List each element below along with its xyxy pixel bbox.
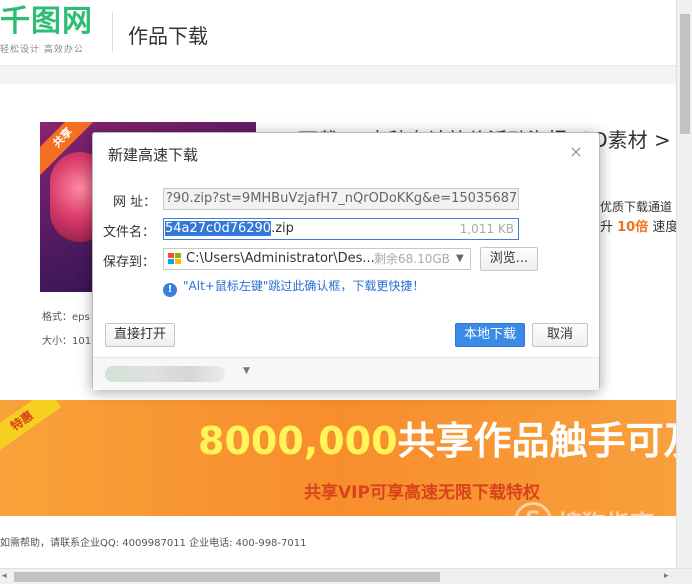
free-space-text: 剩余68.10GB [374,252,450,266]
banner-subtitle: 共享VIP可享高速无限下载特权 [304,483,540,503]
vip-speed-text: 升 10倍 速度 [600,220,679,235]
dialog-footer: ▼ [93,358,599,390]
watermark-url: zhinan.sogou.com [522,542,632,556]
tip-text: "Alt+鼠标左键"跳过此确认框，下载更快捷！ [183,279,425,293]
page-title: 作品下载 [128,24,208,48]
header-band [0,66,676,84]
sogou-logo-icon: S [514,502,552,540]
logo-tagline: 轻松设计 高效办公 [0,45,84,55]
file-size-label: 大小：101 [42,336,92,347]
open-directly-button[interactable]: 直接打开 [105,323,175,347]
drive-icon [168,253,181,264]
chevron-down-icon[interactable]: ▼ [456,249,464,269]
site-logo[interactable]: 千图网 [0,6,93,38]
file-format-label: 格式：eps [42,312,90,323]
filename-selected-text: 54a27c0d76290 [165,221,272,236]
vertical-scrollbar[interactable] [676,0,692,568]
info-icon: ! [163,283,177,297]
footer-contact: 如需帮助，请联系企业QQ: 4009987011 企业电话: 400-998-7… [0,538,307,549]
watermark-name: 搜狗指南 [558,510,654,538]
url-label: 网 址： [113,195,157,210]
scroll-left-arrow-icon[interactable]: ◂ [2,571,7,581]
discount-badge: 特惠 [0,400,62,453]
vertical-scroll-thumb[interactable] [680,14,690,134]
account-selector[interactable] [105,366,225,382]
vip-channel-text: 优质下载通道 [600,200,673,214]
chevron-down-icon[interactable]: ▼ [243,366,250,376]
header-divider [112,12,113,52]
save-path-select[interactable]: C:\Users\Administrator\Des... 剩余68.10GB … [163,248,471,270]
local-download-button[interactable]: 本地下载 [455,323,525,347]
save-path-value: C:\Users\Administrator\Des... [186,251,375,266]
save-to-label: 保存到： [103,255,156,270]
filename-extension: .zip [271,221,294,236]
dialog-title: 新建高速下载 [108,146,199,164]
filename-label: 文件名： [103,225,156,240]
url-field[interactable]: ?90.zip?st=9MHBuVzjafH7_nQrODoKKg&e=1503… [163,188,519,210]
site-header: 千图网 轻松设计 高效办公 作品下载 [0,0,676,66]
horizontal-scrollbar[interactable]: ◂ ▸ [0,568,692,584]
scroll-right-arrow-icon[interactable]: ▸ [664,571,669,581]
shortcut-tip: ! "Alt+鼠标左键"跳过此确认框，下载更快捷！ [163,277,424,297]
file-size: 1,011 KB [459,222,514,236]
browse-button[interactable]: 浏览... [480,247,538,271]
close-icon[interactable]: × [567,143,585,161]
horizontal-scroll-thumb[interactable] [14,572,440,582]
cancel-button[interactable]: 取消 [532,323,588,347]
filename-field[interactable]: 54a27c0d76290.zip 1,011 KB [163,218,519,240]
new-download-dialog: 新建高速下载 × 网 址： ?90.zip?st=9MHBuVzjafH7_nQ… [92,132,600,390]
banner-headline: 8000,000共享作品触手可及 [198,419,676,463]
sogou-watermark: S 搜狗指南 zhinan.sogou.com [514,498,674,560]
